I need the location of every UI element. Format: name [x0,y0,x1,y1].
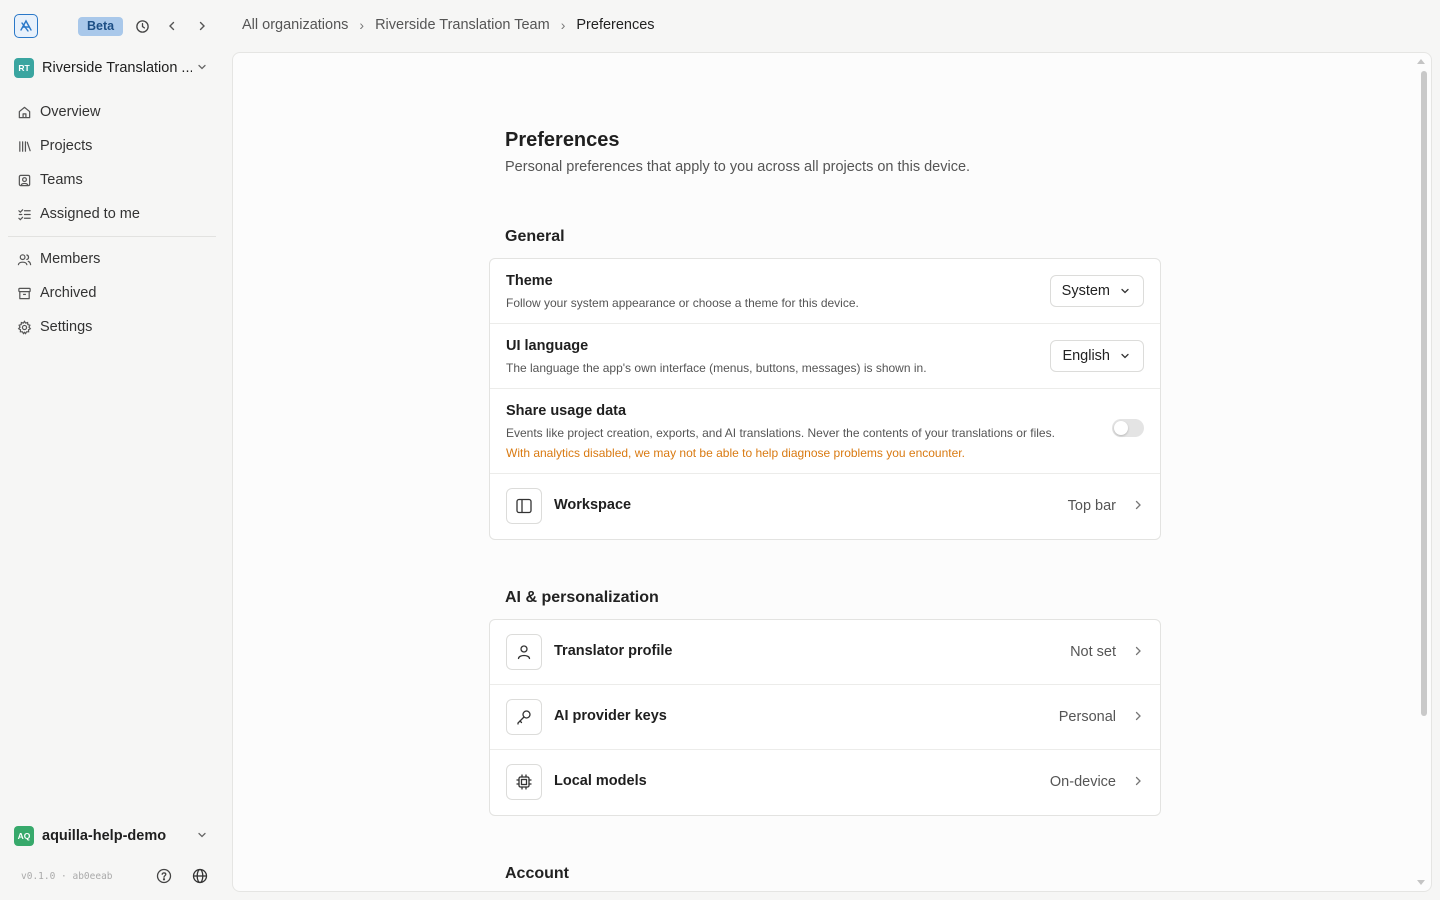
ai-provider-keys-label: AI provider keys [554,708,667,724]
breadcrumb-current: Preferences [576,17,655,33]
sidebar-item-archived[interactable]: Archived [8,276,216,310]
page-title: Preferences [505,129,620,151]
org-avatar: RT [14,58,34,78]
breadcrumb-all-organizations[interactable]: All organizations [242,17,348,33]
chevron-right-icon [1132,645,1144,657]
help-icon[interactable] [154,866,174,886]
org-name: Riverside Translation ... [42,60,192,76]
sidebar-item-assigned-to-me[interactable]: Assigned to me [8,197,216,231]
scrollbar-thumb[interactable] [1421,71,1427,716]
sidebar-item-label: Settings [40,319,93,335]
contact-icon [16,172,32,188]
top-bar: Beta All organizations › Riverside Trans… [0,0,1440,52]
theme-select[interactable]: System [1049,275,1144,307]
theme-description: Follow your system appearance or choose … [506,296,859,310]
section-title-general: General [505,228,565,245]
chevron-down-icon [196,828,208,844]
ai-provider-keys-value: Personal [1058,709,1116,725]
ui-language-title: UI language [506,338,589,354]
share-usage-row: Share usage data Events like project cre… [490,389,1160,474]
home-icon [16,104,32,120]
history-icon[interactable] [133,17,151,35]
user-icon [506,634,542,670]
breadcrumb-separator-icon: › [560,17,566,33]
app-version: v0.1.0 · ab0eeab [21,871,113,882]
user-name: aquilla-help-demo [42,828,167,844]
sidebar-divider [8,236,216,237]
sidebar-item-members[interactable]: Members [8,242,216,276]
sidebar-item-overview[interactable]: Overview [8,95,216,129]
beta-badge: Beta [78,17,124,36]
ui-language-row: UI language The language the app's own i… [490,324,1160,389]
sidebar-item-settings[interactable]: Settings [8,310,216,344]
library-icon [16,138,32,154]
ui-language-select[interactable]: English [1050,340,1144,372]
theme-select-value: System [1061,283,1110,299]
sidebar-layout-icon [506,488,542,524]
sidebar-nav-primary: Overview Projects Teams Assigned to me [8,95,216,231]
sidebar-item-label: Archived [40,285,97,301]
scroll-down-arrow[interactable] [1417,880,1425,885]
sidebar-item-label: Teams [40,172,83,188]
sidebar-item-label: Overview [40,104,101,120]
local-models-value: On-device [1049,774,1116,790]
translator-profile-row[interactable]: Translator profile Not set [490,620,1160,685]
toggle-knob [1114,421,1128,435]
main-panel: Preferences Personal preferences that ap… [232,52,1432,892]
ui-language-description: The language the app's own interface (me… [506,361,927,375]
section-title-account: Account [505,865,569,882]
general-card: Theme Follow your system appearance or c… [489,258,1161,540]
chevron-down-icon [1119,350,1131,362]
breadcrumb-separator-icon: › [359,17,365,33]
ai-card: Translator profile Not set AI provider k… [489,619,1161,816]
gear-icon [16,319,32,335]
sidebar-item-label: Projects [40,138,93,154]
page-subtitle: Personal preferences that apply to you a… [505,159,971,175]
translator-profile-label: Translator profile [554,643,673,659]
globe-icon[interactable] [190,866,210,886]
sidebar-item-label: Assigned to me [40,206,140,222]
chevron-right-icon [1132,710,1144,722]
sidebar-item-projects[interactable]: Projects [8,129,216,163]
archive-icon [16,285,32,301]
key-icon [506,699,542,735]
ai-provider-keys-row[interactable]: AI provider keys Personal [490,685,1160,750]
translator-profile-value: Not set [1070,644,1116,660]
sidebar-item-teams[interactable]: Teams [8,163,216,197]
back-icon[interactable] [163,17,181,35]
scroll-up-arrow[interactable] [1417,59,1425,64]
chevron-down-icon [1119,285,1131,297]
user-switcher[interactable]: AQ aquilla-help-demo [14,826,214,846]
share-usage-warning: With analytics disabled, we may not be a… [506,446,965,460]
chevron-right-icon [1132,775,1144,787]
chip-icon [506,764,542,800]
share-usage-description: Events like project creation, exports, a… [506,426,1055,440]
users-icon [16,251,32,267]
user-avatar: AQ [14,826,34,846]
list-check-icon [16,206,32,222]
forward-icon[interactable] [193,17,211,35]
local-models-label: Local models [554,773,647,789]
share-usage-toggle[interactable] [1112,419,1144,437]
breadcrumb-organization[interactable]: Riverside Translation Team [375,17,550,33]
theme-row: Theme Follow your system appearance or c… [490,259,1160,324]
share-usage-title: Share usage data [506,403,627,419]
chevron-down-icon [196,60,208,76]
section-title-ai: AI & personalization [505,589,659,606]
organization-switcher[interactable]: RT Riverside Translation ... [14,58,214,78]
workspace-row[interactable]: Workspace Top bar [490,474,1160,539]
chevron-right-icon [1132,499,1144,511]
workspace-label: Workspace [554,497,632,513]
local-models-row[interactable]: Local models On-device [490,750,1160,815]
ui-language-select-value: English [1062,348,1110,364]
workspace-value: Top bar [1067,498,1116,514]
breadcrumb: All organizations › Riverside Translatio… [242,17,655,33]
theme-title: Theme [506,273,553,289]
sidebar-nav-secondary: Members Archived Settings [8,242,216,344]
app-logo-icon[interactable] [14,14,38,38]
sidebar-item-label: Members [40,251,101,267]
